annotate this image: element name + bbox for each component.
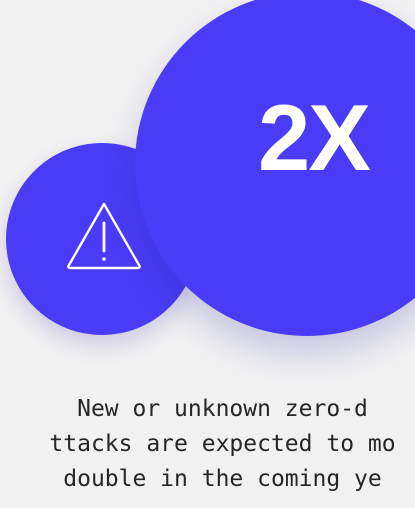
caption-line-2: ttacks are expected to mo: [49, 431, 396, 457]
warning-triangle-icon: [67, 202, 141, 270]
page-canvas: 2X New or unknown zero-d ttacks are expe…: [0, 0, 415, 508]
caption-line-1: New or unknown zero-d: [77, 396, 368, 422]
caption-line-3: double in the coming ye: [63, 466, 382, 492]
caption-text: New or unknown zero-d ttacks are expecte…: [0, 392, 415, 497]
stat-value: 2X: [258, 85, 371, 190]
